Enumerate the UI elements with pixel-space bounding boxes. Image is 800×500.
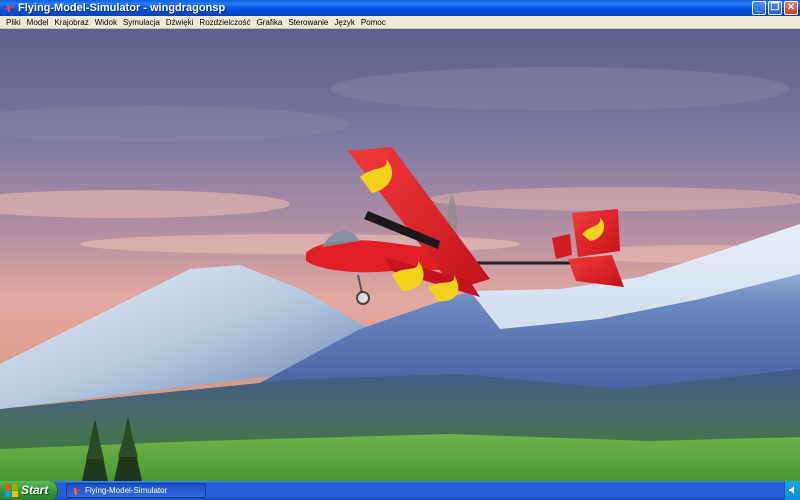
menu-dzwieki[interactable]: Dźwięki: [163, 16, 197, 29]
menu-jezyk[interactable]: Język: [331, 16, 357, 29]
taskbar-item-label: Flying-Model-Simulator: [85, 486, 168, 495]
speaker-icon[interactable]: [788, 485, 798, 495]
title-bar[interactable]: Flying-Model-Simulator - wingdragonsp _ …: [0, 0, 800, 16]
menu-sterowanie[interactable]: Sterowanie: [285, 16, 331, 29]
menu-pomoc[interactable]: Pomoc: [358, 16, 389, 29]
scene-render: [0, 29, 800, 481]
system-tray: [784, 481, 800, 500]
app-icon: [4, 5, 14, 12]
window-title: Flying-Model-Simulator - wingdragonsp: [18, 2, 226, 14]
menu-krajobraz[interactable]: Krajobraz: [51, 16, 91, 29]
menu-rozdzielczosc[interactable]: Rozdzielczość: [196, 16, 253, 29]
taskbar: Start Flying-Model-Simulator: [0, 481, 800, 500]
windows-logo-icon: [5, 484, 18, 497]
menu-grafika[interactable]: Grafika: [254, 16, 286, 29]
close-icon: ✕: [786, 2, 796, 13]
menu-bar: Pliki Model Krajobraz Widok Symulacja Dź…: [0, 16, 800, 29]
minimize-button[interactable]: _: [752, 1, 766, 15]
start-button[interactable]: Start: [0, 481, 58, 500]
start-label: Start: [21, 483, 49, 497]
menu-widok[interactable]: Widok: [92, 16, 120, 29]
maximize-button[interactable]: ❐: [768, 1, 782, 15]
minimize-icon: _: [756, 2, 762, 13]
restore-icon: ❐: [770, 2, 780, 13]
taskbar-item-flying-model-simulator[interactable]: Flying-Model-Simulator: [66, 483, 206, 498]
app-icon: [72, 488, 80, 495]
menu-symulacja[interactable]: Symulacja: [120, 16, 163, 29]
close-button[interactable]: ✕: [784, 1, 798, 15]
menu-pliki[interactable]: Pliki: [3, 16, 24, 29]
menu-model[interactable]: Model: [24, 16, 52, 29]
simulator-viewport[interactable]: [0, 29, 800, 481]
